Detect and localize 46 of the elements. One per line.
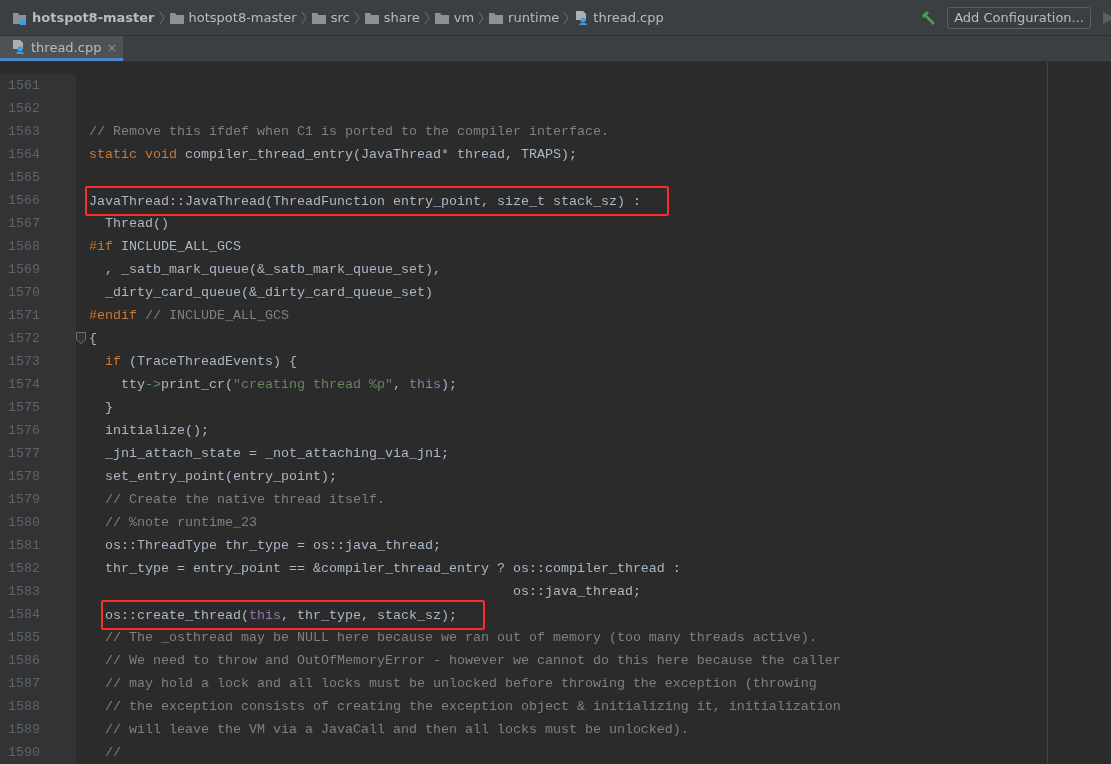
code-line: _jni_attach_state = _not_attaching_via_jni; [104,446,449,461]
code-line: Thread() [104,216,169,231]
code-line: // The _osthread may be NULL here because we ran out of memory (too many threads active). [104,630,817,645]
tab-label: thread.cpp [31,39,102,55]
breadcrumb-item[interactable]: src [330,10,350,25]
code-line: if (TraceThreadEvents) { [104,354,297,369]
hammer-icon[interactable] [921,9,938,26]
code-line: // %note runtime_23 [104,515,257,530]
breadcrumb-item[interactable]: runtime [508,10,560,25]
fold-icon[interactable] [76,332,86,344]
code-line: tty->print_cr("creating thread %p", this); [120,377,457,392]
add-configuration-button[interactable]: Add Configuration... [947,6,1091,29]
code-line: // Create the native thread itself. [104,492,385,507]
code-line: os::java_thread; [511,584,641,599]
chevron-icon [563,9,570,26]
run-icon[interactable] [1101,9,1111,26]
breadcrumb-item[interactable]: vm [453,10,475,25]
code-line: // will leave the VM via a JavaCall and then all locks must be unlocked). [104,722,689,737]
cpp-file-icon [10,39,26,55]
chevron-icon [423,9,430,26]
code-line: , _satb_mark_queue(&_satb_mark_queue_set), [104,262,441,277]
code-line: #endif // INCLUDE_ALL_GCS [89,308,289,323]
cpp-file-icon [573,9,590,26]
chevron-icon [158,9,165,26]
code-line: os::ThreadType thr_type = os::java_thread; [104,538,441,553]
code-line: // may hold a lock and all locks must be unlocked before throwing the exception (throwing [104,676,817,691]
code-line: static void compiler_thread_entry(JavaThread* thread, TRAPS); [89,147,577,162]
chevron-icon [300,9,307,26]
chevron-icon [353,9,360,26]
chevron-icon [478,9,485,26]
code-line: _dirty_card_queue(&_dirty_card_queue_set) [104,285,433,300]
file-tab[interactable]: thread.cpp × [0,36,124,61]
code-line: // the exception consists of creating the exception object & initializing it, initialization [104,699,841,714]
breadcrumb-item[interactable]: thread.cpp [593,10,664,25]
code-line: set_entry_point(entry_point); [104,469,337,484]
code-line: #if INCLUDE_ALL_GCS [89,239,241,254]
code-line: thr_type = entry_point == &compiler_thread_entry ? os::compiler_thread : [104,561,681,576]
code-line: // We need to throw and OutOfMemoryError - however we cannot do this here because the caller [104,653,841,668]
breadcrumb-item[interactable]: share [383,10,420,25]
code-line: { [89,331,97,346]
code-line: // [104,745,121,760]
code-line: } [104,400,113,415]
breadcrumb-item[interactable]: hotspot8-master [32,10,155,25]
code-line: initialize(); [104,423,209,438]
breadcrumb-item[interactable]: hotspot8-master [188,10,297,25]
code-line: // Remove this ifdef when C1 is ported to the compiler interface. [89,124,609,139]
